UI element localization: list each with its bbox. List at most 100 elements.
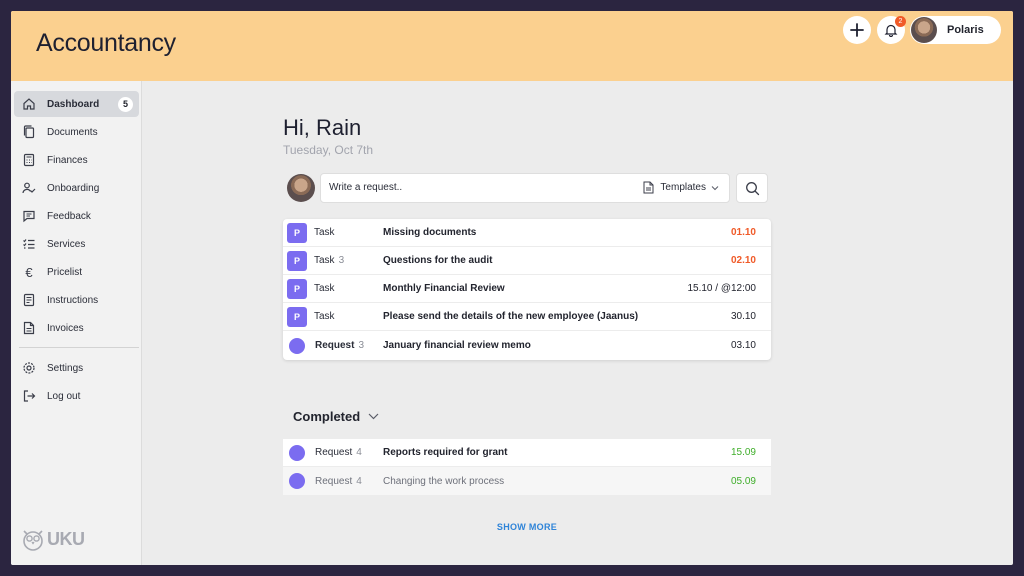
requester-avatar (289, 337, 305, 354)
task-row[interactable]: P Task Missing documents 01.10 (283, 219, 771, 247)
sidebar-item-finances[interactable]: Finances (14, 147, 139, 173)
sidebar-item-label: Dashboard (47, 98, 100, 110)
requester-avatar (289, 473, 305, 489)
user-avatar (911, 17, 937, 43)
completed-date: 05.09 (730, 475, 756, 487)
sidebar: Dashboard 5 Documents Finances Onboardin… (11, 81, 142, 565)
request-title: Reports required for grant (383, 447, 508, 458)
task-row[interactable]: P Task 3 Questions for the audit 02.10 (283, 247, 771, 275)
owl-icon (23, 530, 43, 551)
sidebar-item-label: Settings (47, 362, 84, 374)
gear-icon (22, 361, 36, 375)
completed-row[interactable]: Request 4 Changing the work process 05.09 (283, 467, 771, 496)
task-due-date: 30.10 (730, 311, 756, 322)
request-type: Request 3 (315, 340, 365, 351)
completed-row[interactable]: Request 4 Reports required for grant 15.0… (283, 439, 771, 467)
sidebar-item-documents[interactable]: Documents (14, 119, 139, 145)
request-count: 3 (358, 340, 365, 351)
add-button[interactable] (843, 16, 871, 44)
sidebar-item-invoices[interactable]: Invoices (14, 315, 139, 341)
task-type: Task (314, 227, 335, 238)
project-badge-icon: P (287, 222, 307, 243)
search-button[interactable] (736, 173, 768, 203)
sidebar-item-services[interactable]: Services (14, 231, 139, 257)
sidebar-item-label: Invoices (47, 322, 84, 334)
user-check-icon (22, 181, 36, 195)
open-tasks-list: P Task Missing documents 01.10 P Task 3 Q… (283, 219, 771, 360)
task-type: Task (314, 283, 335, 294)
instructions-icon (22, 293, 36, 307)
search-icon (745, 181, 759, 195)
task-type: Task (314, 311, 335, 322)
task-row[interactable]: P Task Please send the details of the ne… (283, 303, 771, 331)
app-window: Accountancy 2 Polaris Dashboard 5 Docume… (11, 11, 1013, 565)
user-profile-button[interactable]: Polaris (910, 16, 1001, 44)
sidebar-item-label: Onboarding (47, 182, 100, 194)
list-icon (22, 237, 36, 251)
document-icon (643, 181, 654, 194)
logo-text: UKU (47, 528, 85, 549)
request-count: 4 (356, 447, 362, 458)
request-input[interactable]: Write a request.. Templates (320, 173, 730, 203)
euro-icon: € (25, 264, 33, 280)
chevron-down-icon (711, 185, 719, 190)
greeting-heading: Hi, Rain (283, 115, 362, 140)
sidebar-item-dashboard[interactable]: Dashboard 5 (14, 91, 139, 117)
task-title: Missing documents (383, 227, 477, 238)
chevron-down-icon (368, 413, 379, 420)
sidebar-item-label: Finances (47, 154, 88, 166)
documents-icon (22, 125, 36, 139)
task-due-date: 01.10 (730, 227, 756, 238)
project-badge-icon: P (287, 278, 307, 299)
app-title: Accountancy (36, 29, 176, 57)
home-icon (22, 97, 36, 111)
task-count: 3 (338, 255, 345, 266)
sidebar-item-label: Documents (47, 126, 98, 138)
sidebar-item-label: Log out (47, 390, 81, 402)
request-input-placeholder: Write a request.. (329, 182, 403, 193)
sidebar-item-label: Feedback (47, 210, 91, 222)
user-name: Polaris (947, 24, 984, 36)
invoice-icon (22, 321, 36, 335)
plus-icon (850, 23, 864, 37)
sidebar-item-label: Services (47, 238, 86, 250)
sidebar-item-settings[interactable]: Settings (14, 355, 139, 381)
logout-icon (22, 389, 36, 403)
request-title: Changing the work process (383, 475, 505, 487)
sidebar-item-label: Pricelist (47, 266, 83, 278)
sidebar-item-feedback[interactable]: Feedback (14, 203, 139, 229)
completed-list: Request 4 Reports required for grant 15.0… (283, 439, 771, 496)
templates-dropdown[interactable]: Templates (643, 181, 719, 194)
sidebar-item-instructions[interactable]: Instructions (14, 287, 139, 313)
request-title: January financial review memo (383, 340, 531, 351)
request-composer: Write a request.. Templates (283, 170, 771, 206)
requester-avatar (289, 444, 305, 461)
task-due-date: 15.10 / @12:00 (687, 283, 756, 294)
request-row[interactable]: Request 3 January financial review memo 0… (283, 331, 771, 360)
sidebar-item-label: Instructions (47, 294, 99, 306)
request-type: Request 4 (315, 447, 362, 458)
notification-count-badge: 2 (895, 16, 906, 27)
sidebar-item-onboarding[interactable]: Onboarding (14, 175, 139, 201)
calculator-icon (22, 153, 36, 167)
my-avatar (287, 174, 315, 202)
project-badge-icon: P (287, 306, 307, 327)
completed-section-toggle[interactable]: Completed (293, 409, 379, 424)
completed-heading: Completed (293, 409, 361, 424)
task-title: Please send the details of the new emplo… (383, 311, 639, 322)
task-title: Monthly Financial Review (383, 283, 505, 294)
task-row[interactable]: P Task Monthly Financial Review 15.10 / … (283, 275, 771, 303)
request-type: Request 4 (315, 475, 362, 487)
dashboard-count-badge: 5 (118, 96, 133, 112)
show-more-link[interactable]: SHOW MORE (283, 522, 771, 532)
top-header: Accountancy 2 Polaris (11, 11, 1013, 81)
uku-logo: UKU (22, 527, 85, 551)
sidebar-item-logout[interactable]: Log out (14, 383, 139, 409)
sidebar-divider (19, 347, 139, 348)
current-date: Tuesday, Oct 7th (283, 143, 374, 157)
chat-icon (22, 209, 36, 223)
project-badge-icon: P (287, 250, 307, 271)
task-due-date: 02.10 (730, 255, 756, 266)
completed-date: 15.09 (730, 447, 756, 458)
sidebar-item-pricelist[interactable]: € Pricelist (14, 259, 139, 285)
